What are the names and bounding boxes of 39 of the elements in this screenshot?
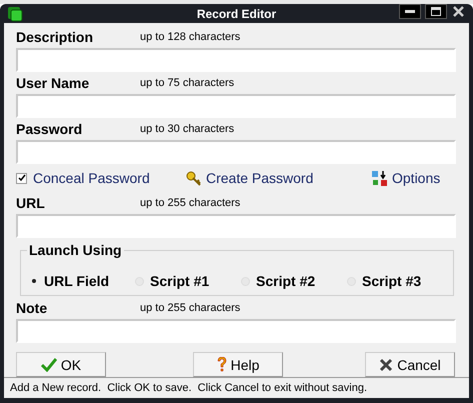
radio-label[interactable]: URL Field [44, 273, 110, 289]
field-label: User Name [16, 75, 90, 91]
input-field[interactable] [16, 319, 456, 343]
input-field[interactable] [16, 48, 456, 72]
field-hint: up to 30 characters [140, 123, 234, 135]
create-password-link[interactable]: Create Password [206, 170, 314, 186]
field-label: Password [16, 121, 84, 137]
maximize-icon [431, 7, 441, 16]
minimize-button[interactable] [399, 4, 421, 19]
checkbox-label[interactable]: Conceal Password [33, 170, 150, 186]
app-icon [7, 6, 23, 22]
maximize-button[interactable] [425, 4, 447, 19]
window-title: Record Editor [196, 6, 276, 20]
field-hint: up to 75 characters [140, 77, 234, 89]
ok-button[interactable]: OK [16, 352, 106, 377]
options-icon [372, 170, 388, 186]
checkmark-icon [40, 358, 57, 372]
cancel-button[interactable]: Cancel [365, 352, 455, 377]
input-field[interactable] [16, 94, 456, 118]
field-hint: up to 128 characters [140, 31, 240, 43]
options-link[interactable]: Options [392, 170, 440, 186]
field-label: Description [16, 29, 94, 45]
field-hint: up to 255 characters [140, 302, 240, 314]
checkbox[interactable] [16, 172, 27, 184]
cross-icon [379, 358, 394, 372]
group-title: Launch Using [27, 242, 124, 258]
radio-label[interactable]: Script #3 [362, 273, 422, 289]
minimize-icon [405, 10, 415, 13]
field-hint: up to 255 characters [140, 197, 240, 209]
radio-label[interactable]: Script #2 [256, 273, 316, 289]
key-icon [186, 170, 202, 186]
field-label: URL [16, 195, 46, 211]
input-field[interactable] [16, 140, 456, 164]
help-button[interactable]: Help [193, 352, 283, 377]
input-field[interactable] [16, 214, 456, 238]
close-icon[interactable] [451, 4, 467, 18]
radio-label[interactable]: Script #1 [150, 273, 210, 289]
question-icon [216, 357, 227, 372]
field-label: Note [16, 300, 48, 316]
